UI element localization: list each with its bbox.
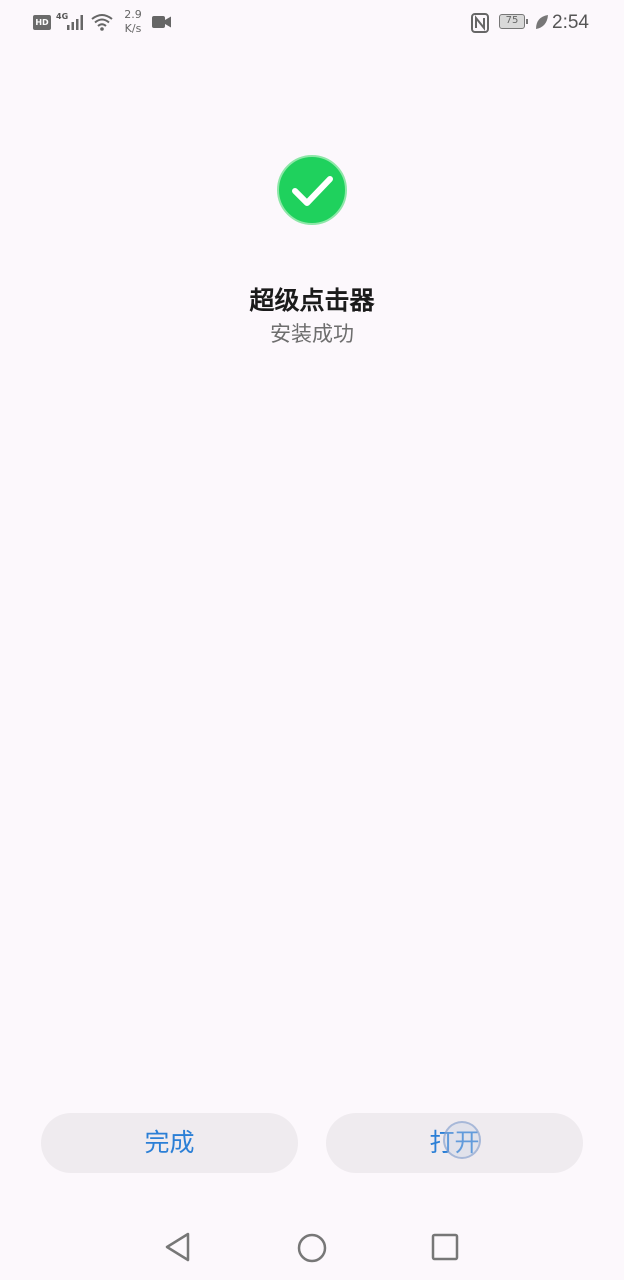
network-speed: 2.9 K/s (124, 8, 142, 35)
wifi-icon (91, 14, 113, 31)
battery-icon: 75 (499, 14, 528, 29)
signal-icon (67, 15, 83, 30)
camera-icon (152, 16, 171, 28)
nfc-icon (471, 13, 489, 33)
back-icon[interactable] (164, 1232, 192, 1262)
hd-icon: HD (33, 15, 51, 30)
app-name: 超级点击器 (249, 286, 375, 315)
clock: 2:54 (552, 12, 589, 33)
home-icon[interactable] (296, 1232, 328, 1264)
recent-apps-icon[interactable] (431, 1233, 459, 1261)
status-bar: HD 4G 2.9 K/s 75 2:54 (0, 0, 624, 46)
check-circle-icon (277, 155, 347, 225)
open-button[interactable]: 打开 (326, 1113, 583, 1173)
done-button[interactable]: 完成 (41, 1113, 298, 1173)
install-status-text: 安装成功 (270, 322, 354, 346)
leaf-icon (536, 15, 548, 29)
